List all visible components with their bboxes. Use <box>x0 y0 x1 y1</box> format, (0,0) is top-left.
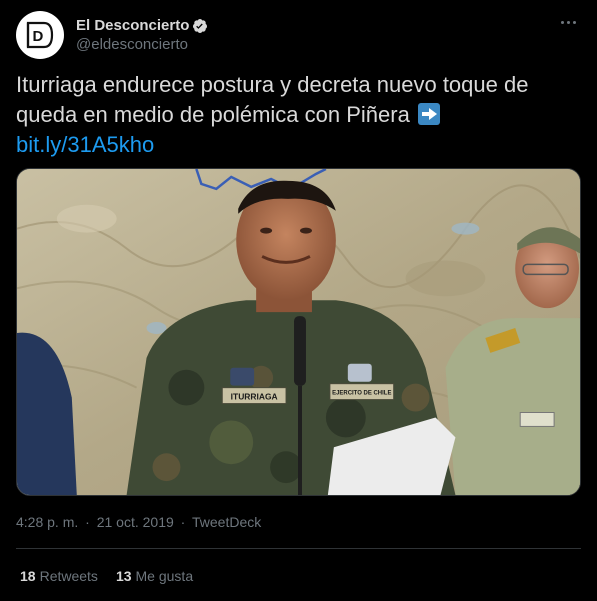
retweets-count: 18 <box>20 568 36 584</box>
more-options-icon[interactable] <box>555 12 581 32</box>
divider <box>16 548 581 549</box>
press-conference-photo: ITURRIAGA EJERCITO DE CHILE <box>17 169 580 495</box>
arrow-right-emoji-icon <box>417 103 440 125</box>
svg-text:D: D <box>33 28 44 45</box>
tweet-media-image[interactable]: ITURRIAGA EJERCITO DE CHILE <box>16 168 581 496</box>
tweet-source[interactable]: TweetDeck <box>192 514 261 530</box>
tweet-stats: 18 Retweets 13 Me gusta <box>20 568 211 584</box>
likes-label: Me gusta <box>135 568 194 584</box>
tweet-meta: 4:28 p. m. · 21 oct. 2019 · TweetDeck <box>16 514 264 530</box>
meta-separator: · <box>85 514 90 530</box>
name-tape: ITURRIAGA <box>231 392 278 402</box>
avatar[interactable]: D <box>16 11 64 59</box>
retweets-stat[interactable]: 18 Retweets <box>20 568 98 584</box>
retweets-label: Retweets <box>39 568 98 584</box>
tweet-date[interactable]: 21 oct. 2019 <box>97 514 174 530</box>
tweet-header: D El Desconcierto @eldesconcierto <box>16 10 581 60</box>
tweet-card[interactable]: D El Desconcierto @eldesconcierto Iturri… <box>0 0 597 601</box>
tweet-time[interactable]: 4:28 p. m. <box>16 514 78 530</box>
likes-count: 13 <box>115 568 132 584</box>
verified-badge-icon <box>193 18 208 33</box>
el-desconcierto-logo-icon: D <box>26 21 54 49</box>
account-names: El Desconcierto @eldesconcierto <box>76 17 208 53</box>
tweet-body: Iturriaga endurece postura y decreta nue… <box>16 72 529 127</box>
tweet-text: Iturriaga endurece postura y decreta nue… <box>16 70 581 160</box>
meta-separator-2: · <box>180 514 186 530</box>
account-handle[interactable]: @eldesconcierto <box>76 36 208 53</box>
likes-stat[interactable]: 13 Me gusta <box>116 568 193 584</box>
tweet-link[interactable]: bit.ly/31A5kho <box>16 130 581 160</box>
unit-tape: EJERCITO DE CHILE <box>332 391 391 397</box>
display-name[interactable]: El Desconcierto <box>76 17 189 34</box>
